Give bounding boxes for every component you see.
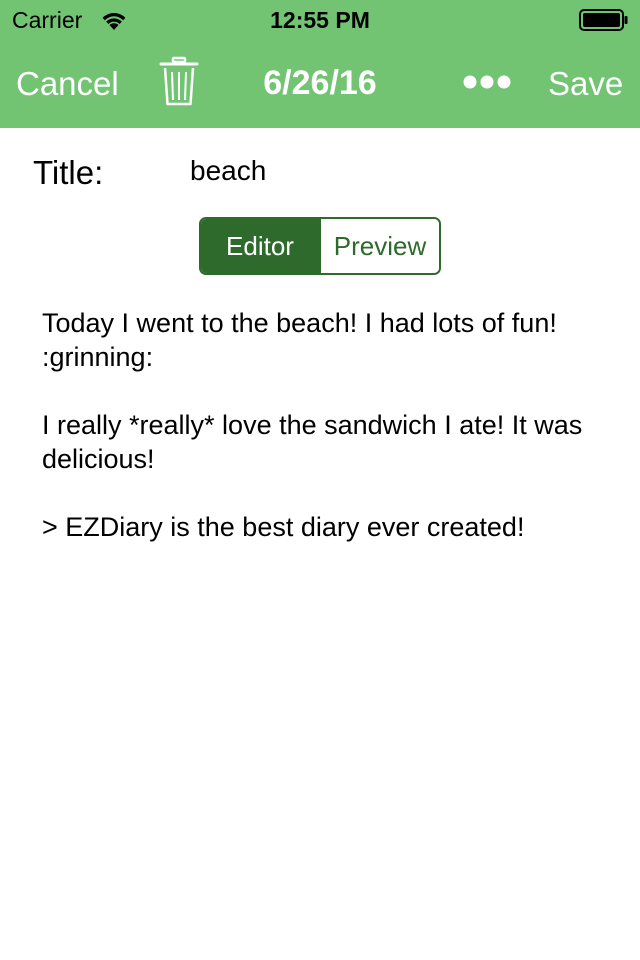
cancel-button[interactable]: Cancel xyxy=(16,64,119,104)
more-icon[interactable] xyxy=(462,72,512,92)
title-label: Title: xyxy=(33,154,104,191)
navigation-header: Carrier 12:55 PM Cancel 6/26/16 Save xyxy=(0,0,640,128)
editor-tab[interactable]: Editor xyxy=(201,219,319,273)
entry-body-editor[interactable]: Today I went to the beach! I had lots of… xyxy=(42,306,602,926)
battery-icon xyxy=(579,9,628,31)
save-button[interactable]: Save xyxy=(548,64,623,104)
status-time: 12:55 PM xyxy=(270,7,370,33)
entry-date-title: 6/26/16 xyxy=(263,64,377,102)
preview-tab[interactable]: Preview xyxy=(319,219,439,273)
trash-icon[interactable] xyxy=(158,56,200,108)
title-input[interactable] xyxy=(190,151,610,191)
mode-segmented-control: Editor Preview xyxy=(199,217,441,275)
status-bar: Carrier 12:55 PM xyxy=(0,0,640,40)
